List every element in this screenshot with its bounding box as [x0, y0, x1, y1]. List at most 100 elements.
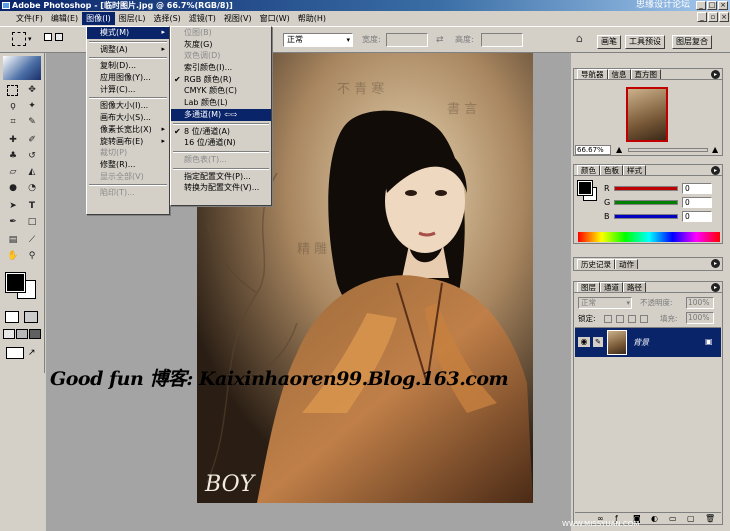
lock-position-icon[interactable] — [628, 315, 636, 323]
eraser-tool-icon[interactable]: ▱ — [6, 165, 20, 179]
tab-info[interactable]: 信息 — [607, 69, 631, 79]
tab-swatches[interactable]: 色板 — [600, 165, 623, 175]
palette-well-icon[interactable]: ⌂ — [576, 32, 590, 46]
image-menu-item[interactable]: 旋转画布(E) ▸ — [87, 136, 169, 148]
tab-paths[interactable]: 路径 — [623, 282, 646, 292]
mode-menu-item[interactable]: 转换为配置文件(V)... — [171, 182, 271, 194]
minimize-button[interactable]: _ — [696, 1, 706, 10]
healing-brush-tool-icon[interactable]: ✚ — [6, 133, 20, 147]
mode-menu-item[interactable]: ✔ RGB 颜色(R) — [171, 74, 271, 86]
dodge-tool-icon[interactable]: ◔ — [25, 181, 39, 195]
menu-edit[interactable]: 编辑(E) — [47, 12, 82, 25]
panel-menu-icon[interactable]: ▸ — [711, 283, 720, 292]
tab-navigator[interactable]: 导航器 — [577, 69, 608, 79]
layer-brush-icon[interactable]: ✎ — [593, 337, 603, 347]
style-select[interactable]: 正常 ▾ — [283, 33, 353, 47]
jump-to-imageready-icon[interactable] — [6, 347, 24, 359]
mode-menu-item[interactable]: CMYK 颜色(C) — [171, 85, 271, 97]
notes-tool-icon[interactable]: ▤ — [6, 233, 20, 247]
menu-select[interactable]: 选择(S) — [149, 12, 184, 25]
channel-slider[interactable] — [614, 186, 678, 191]
mode-menu-item[interactable]: 多通道(M) ⇦⇨ — [171, 108, 271, 121]
menu-view[interactable]: 视图(V) — [220, 12, 256, 25]
tab-actions[interactable]: 动作 — [615, 259, 638, 269]
menu-window[interactable]: 窗口(W) — [256, 12, 294, 25]
width-input[interactable] — [386, 33, 428, 47]
panel-menu-icon[interactable]: ▸ — [711, 259, 720, 268]
image-menu-item[interactable]: 调整(A) ▸ — [87, 44, 169, 56]
image-menu-item[interactable]: 计算(C)... — [87, 84, 169, 96]
preset-dropdown-icon[interactable]: ▾ — [28, 32, 36, 46]
zoom-tool-icon[interactable]: ⚲ — [25, 249, 39, 263]
color-fg-swatch[interactable] — [577, 180, 593, 196]
image-menu-item[interactable]: 模式(M) ▸ — [87, 27, 169, 39]
blur-tool-icon[interactable]: ● — [6, 181, 20, 195]
brush-tool-icon[interactable]: ✐ — [25, 133, 39, 147]
screen-mode-full-menu-icon[interactable] — [16, 329, 28, 339]
hand-tool-icon[interactable]: ✋ — [6, 249, 20, 263]
layer-visibility-eye-icon[interactable]: ◉ — [578, 337, 590, 347]
tab-layers[interactable]: 图层 — [577, 282, 600, 292]
delete-layer-icon[interactable]: 🗑 — [705, 514, 715, 523]
swap-dimensions-icon[interactable]: ⇄ — [436, 33, 444, 47]
history-brush-tool-icon[interactable]: ↺ — [25, 149, 39, 163]
adobe-online-logo[interactable] — [3, 56, 41, 80]
panel-menu-icon[interactable]: ▸ — [711, 70, 720, 79]
slice-tool-icon[interactable]: ✎ — [25, 115, 39, 129]
selection-mode-new-icon[interactable] — [44, 33, 52, 41]
foreground-color-swatch[interactable] — [5, 272, 26, 293]
image-menu-item[interactable]: 复制(D)... — [87, 60, 169, 72]
jump-arrow-icon[interactable]: ↗ — [28, 347, 40, 359]
mode-menu-item[interactable]: 16 位/通道(N) — [171, 137, 271, 149]
type-tool-icon[interactable]: T — [25, 199, 39, 213]
opacity-field[interactable]: 100% — [686, 297, 714, 309]
mode-menu-item[interactable]: 灰度(G) — [171, 39, 271, 51]
channel-slider[interactable] — [614, 214, 678, 219]
marquee-preset-icon[interactable] — [12, 32, 26, 46]
lock-pixels-icon[interactable] — [616, 315, 624, 323]
new-group-icon[interactable]: ▭ — [669, 514, 677, 523]
image-menu-item[interactable]: 图像大小(I)... — [87, 100, 169, 112]
clone-stamp-tool-icon[interactable]: ♣ — [6, 149, 20, 163]
maximize-button[interactable]: □ — [707, 1, 717, 10]
tab-tool-presets[interactable]: 工具预设 — [625, 35, 665, 49]
tab-styles[interactable]: 样式 — [623, 165, 646, 175]
image-menu-item[interactable]: 画布大小(S)... — [87, 112, 169, 124]
path-selection-tool-icon[interactable]: ➤ — [6, 199, 20, 213]
close-button[interactable]: × — [718, 1, 728, 10]
doc-minimize-button[interactable]: _ — [697, 12, 707, 22]
tab-color[interactable]: 颜色 — [577, 165, 600, 175]
menu-layer[interactable]: 图层(L) — [115, 12, 150, 25]
tab-histogram[interactable]: 直方图 — [630, 69, 661, 79]
navigator-thumbnail[interactable] — [626, 87, 668, 142]
menu-filter[interactable]: 滤镜(T) — [185, 12, 220, 25]
eyedropper-tool-icon[interactable]: ⟋ — [25, 233, 39, 247]
lock-transparency-icon[interactable] — [604, 315, 612, 323]
blend-mode-select[interactable]: 正常 ▾ — [578, 297, 632, 309]
color-spectrum-bar[interactable] — [578, 232, 720, 242]
doc-restore-button[interactable]: ▫ — [708, 12, 718, 22]
height-input[interactable] — [481, 33, 523, 47]
lock-all-icon[interactable] — [640, 315, 648, 323]
doc-close-button[interactable]: × — [719, 12, 729, 22]
screen-mode-standard-icon[interactable] — [3, 329, 15, 339]
pen-tool-icon[interactable]: ✒ — [6, 215, 20, 229]
lasso-tool-icon[interactable]: ϙ — [6, 99, 20, 113]
tab-layer-comps[interactable]: 图层复合 — [672, 35, 712, 49]
menu-file[interactable]: 文件(F) — [12, 12, 47, 25]
channel-value[interactable]: 0 — [682, 183, 712, 194]
zoom-in-icon[interactable]: ▲ — [712, 145, 718, 155]
channel-slider[interactable] — [614, 200, 678, 205]
channel-value[interactable]: 0 — [682, 211, 712, 222]
tab-history[interactable]: 历史记录 — [577, 259, 615, 269]
menu-image[interactable]: 图像(I) — [82, 12, 115, 25]
selection-mode-add-icon[interactable] — [55, 33, 63, 41]
crop-tool-icon[interactable]: ⌗ — [6, 115, 20, 129]
tab-channels[interactable]: 通道 — [600, 282, 623, 292]
mode-menu-item[interactable]: 指定配置文件(P)... — [171, 171, 271, 183]
quick-mask-mode-icon[interactable] — [24, 311, 38, 323]
screen-mode-full-icon[interactable] — [29, 329, 41, 339]
image-menu-item[interactable]: 修整(R)... — [87, 159, 169, 171]
tab-brushes[interactable]: 画笔 — [597, 35, 621, 49]
channel-value[interactable]: 0 — [682, 197, 712, 208]
